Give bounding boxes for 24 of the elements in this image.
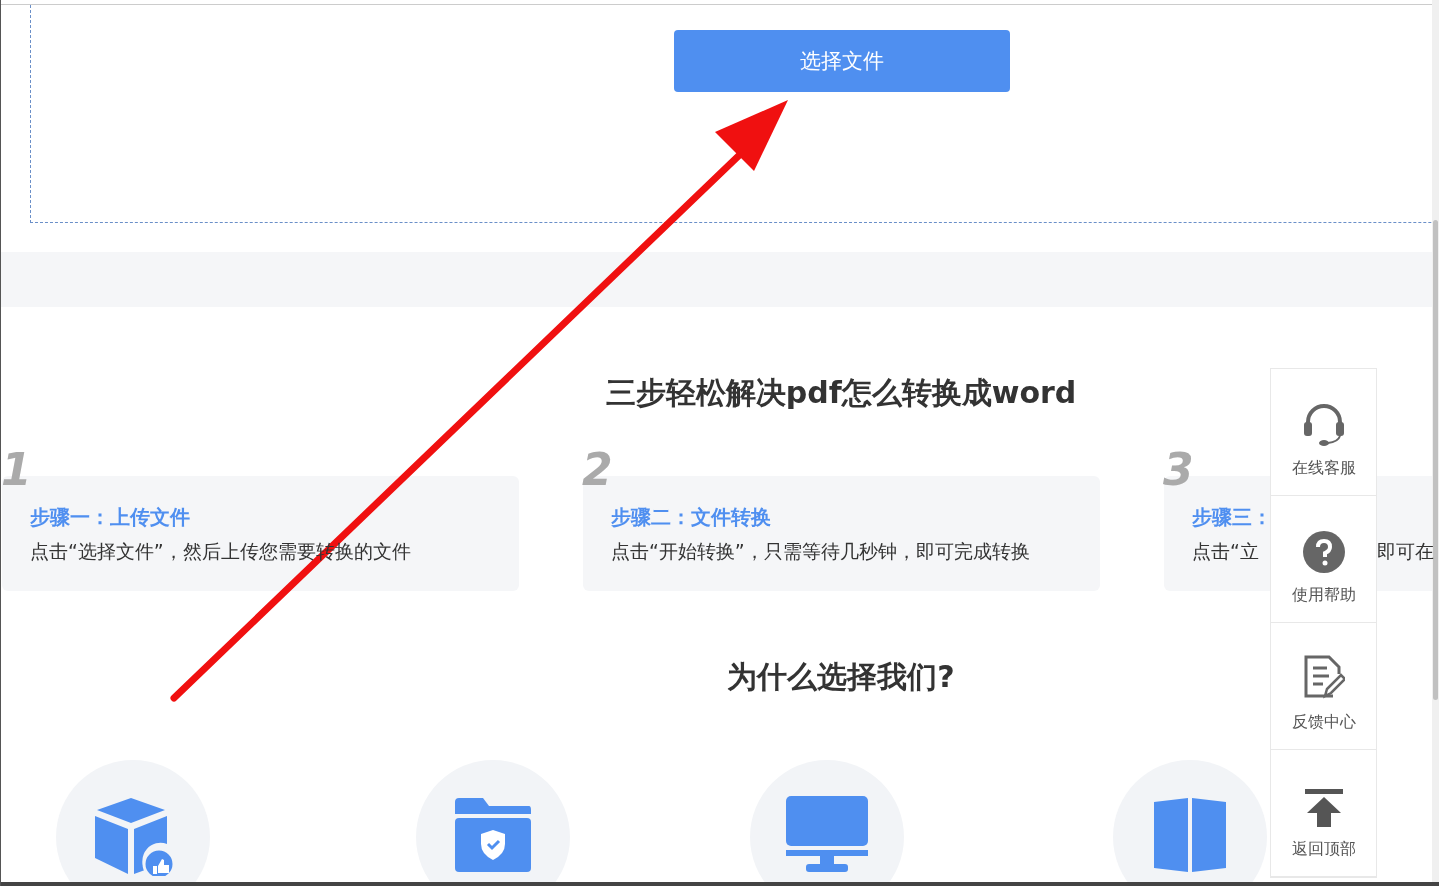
book-icon — [1152, 796, 1228, 872]
side-panel-item[interactable]: 返回顶部 — [1271, 750, 1376, 877]
step-description: 点击“立 — [1192, 539, 1259, 564]
side-panel-item[interactable]: 反馈中心 — [1271, 623, 1376, 750]
folder-icon — [453, 796, 533, 872]
step-number: 3 — [1163, 448, 1194, 492]
step-title: 步骤一：上传文件 — [30, 504, 191, 531]
step-number: 1 — [1, 448, 32, 492]
side-panel-item[interactable]: 在线客服 — [1271, 369, 1376, 496]
step-description: 点击“开始转换”，只需等待几秒钟，即可完成转换 — [611, 539, 1030, 564]
step-title: 步骤三： — [1192, 504, 1273, 531]
section-title: 三步轻松解决pdf怎么转换成word — [605, 374, 1077, 412]
cube-icon — [93, 796, 173, 876]
step-description: 即可在 — [1376, 539, 1434, 564]
document-edit-icon — [1302, 654, 1345, 700]
scrollbar-thumb[interactable] — [1433, 220, 1438, 700]
step-title: 步骤二：文件转换 — [611, 504, 772, 531]
side-panel-item[interactable]: 使用帮助 — [1271, 496, 1376, 623]
monitor-icon — [786, 796, 868, 872]
help-icon — [1302, 531, 1345, 573]
back-to-top-icon — [1302, 787, 1345, 827]
step-number: 2 — [582, 448, 613, 492]
headset-icon — [1301, 402, 1346, 446]
section-title: 为什么选择我们? — [727, 658, 955, 696]
